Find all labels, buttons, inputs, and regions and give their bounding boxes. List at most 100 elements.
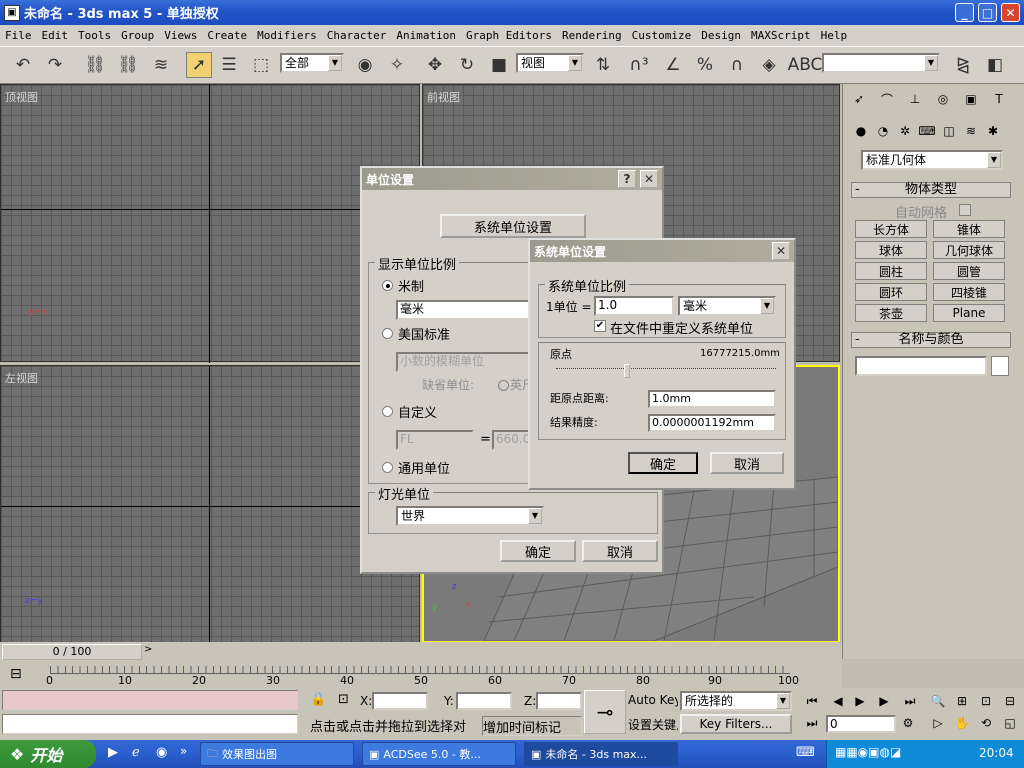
unlink-icon[interactable]: ⛓: [115, 52, 141, 78]
utilities-tab-icon[interactable]: T: [989, 90, 1009, 108]
rectangle-selection-icon[interactable]: ⬚: [248, 52, 274, 78]
menu-customize[interactable]: Customize: [627, 29, 697, 42]
undo-icon[interactable]: ↶: [10, 52, 36, 78]
auto-key-button[interactable]: Auto Key: [628, 693, 678, 707]
selection-set-dropdown[interactable]: 所选择的 ▼: [680, 691, 792, 711]
select-and-link-icon[interactable]: ✧: [384, 52, 410, 78]
time-slider[interactable]: 0 / 100: [2, 644, 142, 660]
lights-icon[interactable]: ✲: [895, 122, 915, 140]
arc-rotate-icon[interactable]: ⟲: [976, 714, 996, 732]
menu-help[interactable]: Help: [816, 29, 853, 42]
link-icon[interactable]: ⛓: [82, 52, 108, 78]
menu-graph-editors[interactable]: Graph Editors: [461, 29, 557, 42]
maximize-button[interactable]: □: [978, 3, 997, 22]
box-button[interactable]: 长方体: [855, 220, 927, 238]
plane-button[interactable]: Plane: [933, 304, 1005, 322]
select-by-name-icon[interactable]: ☰: [216, 52, 242, 78]
start-button[interactable]: ❖ 开始: [0, 740, 96, 768]
desktop-icon[interactable]: ◉: [156, 745, 167, 760]
help-button[interactable]: ?: [618, 170, 636, 188]
track-view-icon[interactable]: ⊟: [10, 666, 22, 682]
viewport-top[interactable]: 顶视图 y⌐x: [0, 84, 421, 363]
select-object-icon[interactable]: ➚: [186, 52, 212, 78]
zoom-icon[interactable]: 🔍: [928, 692, 948, 710]
named-selection-sets-dropdown[interactable]: ▼: [822, 53, 940, 73]
close-button[interactable]: ✕: [1001, 3, 1020, 22]
geosphere-button[interactable]: 几何球体: [933, 241, 1005, 259]
respect-system-units-checkbox[interactable]: ✔: [594, 320, 606, 332]
zoom-extents-all-icon[interactable]: ⊟: [1000, 692, 1020, 710]
custom-radio[interactable]: [382, 406, 393, 417]
geometry-icon[interactable]: ●: [851, 122, 871, 140]
scale-icon[interactable]: ■: [486, 52, 512, 78]
distance-input[interactable]: 1.0mm: [648, 390, 776, 408]
generic-units-radio[interactable]: [382, 462, 393, 473]
absolute-mode-icon[interactable]: ⊡: [338, 692, 349, 707]
cylinder-button[interactable]: 圆柱: [855, 262, 927, 280]
cameras-icon[interactable]: ⌨: [917, 122, 937, 140]
system-cancel-button[interactable]: 取消: [710, 452, 784, 474]
track-bar[interactable]: ⊟ 0 10 20 30 40 50 60 70 80 90 100: [0, 662, 842, 688]
percent-snap-icon[interactable]: %: [692, 52, 718, 78]
tube-button[interactable]: 圆管: [933, 262, 1005, 280]
maximize-viewport-icon[interactable]: ◱: [1000, 714, 1020, 732]
us-standard-dropdown[interactable]: 小数的模糊单位: [396, 352, 530, 372]
field-of-view-icon[interactable]: ▷: [928, 714, 948, 732]
reference-coordinate-dropdown[interactable]: 视图 ▼: [516, 53, 584, 73]
goto-start-icon[interactable]: ⏮: [802, 692, 822, 710]
object-name-input[interactable]: [855, 356, 987, 376]
x-coord-input[interactable]: [372, 692, 428, 710]
display-tab-icon[interactable]: ▣: [961, 90, 981, 108]
custom-name-field[interactable]: FL: [396, 430, 474, 450]
z-coord-input[interactable]: [536, 692, 582, 710]
hierarchy-tab-icon[interactable]: ⊥: [905, 90, 925, 108]
menu-character[interactable]: Character: [322, 29, 392, 42]
keyboard-icon[interactable]: ⌨: [796, 745, 815, 760]
shapes-icon[interactable]: ◔: [873, 122, 893, 140]
menu-views[interactable]: Views: [159, 29, 202, 42]
move-icon[interactable]: ✥: [422, 52, 448, 78]
add-time-tag[interactable]: 增加时间标记: [482, 716, 582, 736]
teapot-button[interactable]: 茶壶: [855, 304, 927, 322]
create-tab-icon[interactable]: ➶: [849, 90, 869, 108]
object-category-dropdown[interactable]: 标准几何体 ▼: [861, 150, 1003, 170]
pan-icon[interactable]: ✋: [952, 714, 972, 732]
metric-radio[interactable]: [382, 280, 393, 291]
space-warps-icon[interactable]: ≋: [961, 122, 981, 140]
feet-radio[interactable]: [498, 380, 509, 391]
key-mode-icon[interactable]: ⏭: [802, 714, 822, 732]
redo-icon[interactable]: ↷: [42, 52, 68, 78]
quicklaunch-more-icon[interactable]: »: [180, 744, 187, 758]
viewport-left[interactable]: 左视图 z⌐y: [0, 365, 421, 644]
menu-file[interactable]: File: [0, 29, 37, 42]
ie-icon[interactable]: ℯ: [132, 745, 140, 760]
zoom-all-icon[interactable]: ⊞: [952, 692, 972, 710]
object-type-rollout[interactable]: - 物体类型: [851, 182, 1011, 198]
menu-modifiers[interactable]: Modifiers: [252, 29, 322, 42]
menu-edit[interactable]: Edit: [37, 29, 74, 42]
pyramid-button[interactable]: 四棱锥: [933, 283, 1005, 301]
goto-end-icon[interactable]: ⏭: [900, 692, 920, 710]
key-icon[interactable]: ⊸: [584, 690, 626, 734]
origin-slider-thumb[interactable]: [624, 364, 630, 378]
align-icon[interactable]: ◧: [982, 52, 1008, 78]
menu-group[interactable]: Group: [116, 29, 159, 42]
unit-value-input[interactable]: 1.0: [594, 296, 674, 316]
system-unit-setup-button[interactable]: 系统单位设置: [440, 214, 586, 238]
angle-snap-icon[interactable]: ∠: [660, 52, 686, 78]
autogrid-checkbox[interactable]: [959, 204, 971, 216]
rotate-icon[interactable]: ↻: [454, 52, 480, 78]
custom-value-field[interactable]: 660.0: [492, 430, 532, 450]
menu-rendering[interactable]: Rendering: [557, 29, 627, 42]
maxscript-input[interactable]: [2, 714, 298, 734]
task-3dsmax[interactable]: ▣ 未命名 - 3ds max...: [524, 742, 678, 766]
helpers-icon[interactable]: ◫: [939, 122, 959, 140]
motion-tab-icon[interactable]: ◎: [933, 90, 953, 108]
modify-tab-icon[interactable]: ⌒: [877, 90, 897, 108]
time-config-icon[interactable]: ⚙: [898, 714, 918, 732]
media-player-icon[interactable]: ▶: [108, 745, 118, 760]
maxscript-listener[interactable]: [2, 690, 298, 710]
object-color-swatch[interactable]: [991, 356, 1009, 376]
cone-button[interactable]: 锥体: [933, 220, 1005, 238]
us-standard-radio[interactable]: [382, 328, 393, 339]
